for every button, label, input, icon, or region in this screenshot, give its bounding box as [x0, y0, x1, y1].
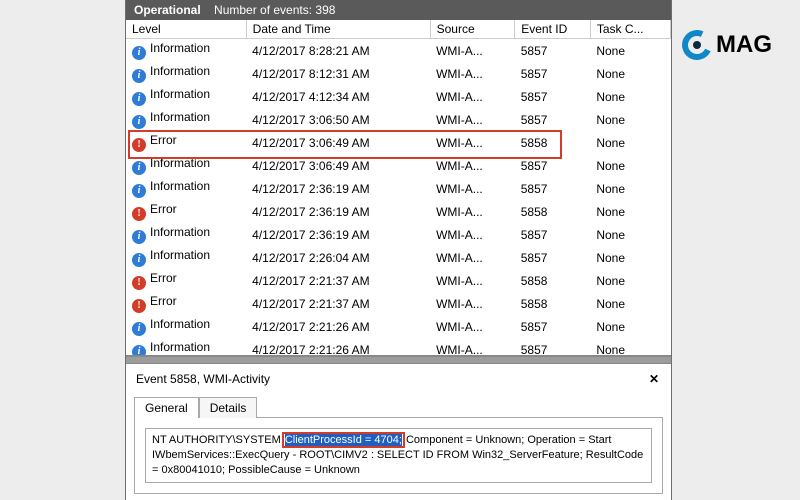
pane-splitter[interactable] — [126, 356, 671, 364]
info-icon — [132, 115, 146, 129]
table-row[interactable]: Error4/12/2017 2:21:37 AMWMI-A...5858Non… — [126, 269, 671, 292]
table-row[interactable]: Information4/12/2017 4:12:34 AMWMI-A...5… — [126, 85, 671, 108]
event-count: Number of events: 398 — [214, 3, 335, 17]
info-icon — [132, 230, 146, 244]
col-header-task[interactable]: Task C... — [590, 20, 670, 39]
table-row[interactable]: Information4/12/2017 2:36:19 AMWMI-A...5… — [126, 177, 671, 200]
table-row[interactable]: Information4/12/2017 3:06:50 AMWMI-A...5… — [126, 108, 671, 131]
col-header-source[interactable]: Source — [430, 20, 515, 39]
details-pane: Event 5858, WMI-Activity ✕ General Detai… — [126, 364, 671, 499]
event-grid[interactable]: Level Date and Time Source Event ID Task… — [126, 20, 671, 356]
watermark-text: MAG — [716, 31, 772, 59]
table-row[interactable]: Error4/12/2017 3:06:49 AMWMI-A...5858Non… — [126, 131, 671, 154]
col-header-eventid[interactable]: Event ID — [515, 20, 591, 39]
col-header-level[interactable]: Level — [126, 20, 246, 39]
info-icon — [132, 322, 146, 336]
table-row[interactable]: Information4/12/2017 2:26:04 AMWMI-A...5… — [126, 246, 671, 269]
error-icon — [132, 207, 146, 221]
info-icon — [132, 345, 146, 356]
info-icon — [132, 161, 146, 175]
window-title-bar: Operational Number of events: 398 — [126, 0, 671, 20]
table-row[interactable]: Information4/12/2017 2:21:26 AMWMI-A...5… — [126, 315, 671, 338]
tab-details[interactable]: Details — [199, 397, 258, 418]
info-icon — [132, 253, 146, 267]
close-details-button[interactable]: ✕ — [649, 372, 659, 386]
error-icon — [132, 138, 146, 152]
table-row[interactable]: Error4/12/2017 2:21:37 AMWMI-A...5858Non… — [126, 292, 671, 315]
details-tabs: General Details — [134, 396, 663, 418]
table-row[interactable]: Information4/12/2017 8:12:31 AMWMI-A...5… — [126, 62, 671, 85]
table-row[interactable]: Information4/12/2017 3:06:49 AMWMI-A...5… — [126, 154, 671, 177]
watermark-logo-icon — [682, 30, 712, 60]
details-title: Event 5858, WMI-Activity — [136, 372, 270, 386]
info-icon — [132, 46, 146, 60]
info-icon — [132, 92, 146, 106]
tab-general[interactable]: General — [134, 397, 199, 418]
table-row[interactable]: Information4/12/2017 8:28:21 AMWMI-A...5… — [126, 39, 671, 63]
table-row[interactable]: Information4/12/2017 2:36:19 AMWMI-A...5… — [126, 223, 671, 246]
event-message-text[interactable]: NT AUTHORITY\SYSTEM ClientProcessId = 47… — [145, 428, 652, 483]
client-process-id-highlight: ClientProcessId = 4704; — [284, 434, 403, 446]
log-name: Operational — [134, 3, 201, 17]
table-row[interactable]: Information4/12/2017 2:21:26 AMWMI-A...5… — [126, 338, 671, 356]
error-icon — [132, 276, 146, 290]
info-icon — [132, 184, 146, 198]
info-icon — [132, 69, 146, 83]
col-header-date[interactable]: Date and Time — [246, 20, 430, 39]
error-icon — [132, 299, 146, 313]
watermark: MAG — [682, 30, 772, 60]
table-row[interactable]: Error4/12/2017 2:36:19 AMWMI-A...5858Non… — [126, 200, 671, 223]
